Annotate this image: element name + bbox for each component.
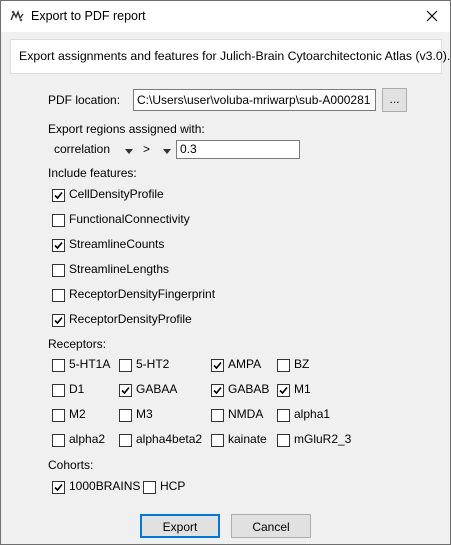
checkmark-icon xyxy=(54,241,63,250)
feature-receptordensityprofile-checkbox[interactable] xyxy=(52,314,65,327)
feature-streamlinelengths-label[interactable]: StreamlineLengths xyxy=(69,262,169,276)
receptor-bz-label[interactable]: BZ xyxy=(294,357,309,371)
checkmark-icon xyxy=(121,386,130,395)
receptor-5-ht1a-checkbox[interactable] xyxy=(52,359,65,372)
feature-receptordensityfingerprint-label[interactable]: ReceptorDensityFingerprint xyxy=(69,287,215,301)
header-banner: Export assignments and features for Juli… xyxy=(10,39,450,74)
cohorts-label: Cohorts: xyxy=(48,458,94,472)
receptor-5-ht2-checkbox[interactable] xyxy=(119,359,132,372)
receptors-label: Receptors: xyxy=(48,337,107,351)
receptor-gabaa-checkbox[interactable] xyxy=(119,384,132,397)
receptor-gabab-checkbox[interactable] xyxy=(211,384,224,397)
browse-button[interactable]: ... xyxy=(382,88,407,112)
receptor-5-ht2-label[interactable]: 5-HT2 xyxy=(136,357,169,371)
checkmark-icon xyxy=(213,361,222,370)
pdf-location-input[interactable]: C:\Users\user\voluba-mriwarp\sub-A000281 xyxy=(133,89,376,111)
receptor-d1-checkbox[interactable] xyxy=(52,384,65,397)
checkmark-icon xyxy=(279,386,288,395)
receptor-gabab-label[interactable]: GABAB xyxy=(228,382,269,396)
receptor-alpha2-checkbox[interactable] xyxy=(52,434,65,447)
receptor-m2-label[interactable]: M2 xyxy=(69,407,86,421)
close-icon xyxy=(426,10,438,22)
receptor-m1-label[interactable]: M1 xyxy=(294,382,311,396)
threshold-input[interactable]: 0.3 xyxy=(176,140,300,159)
receptor-alpha1-checkbox[interactable] xyxy=(277,409,290,422)
feature-functionalconnectivity-label[interactable]: FunctionalConnectivity xyxy=(69,212,190,226)
receptor-kainate-label[interactable]: kainate xyxy=(228,432,267,446)
checkmark-icon xyxy=(54,316,63,325)
receptor-alpha2-label[interactable]: alpha2 xyxy=(69,432,105,446)
chevron-down-icon xyxy=(125,149,133,154)
cancel-button[interactable]: Cancel xyxy=(231,514,311,538)
cohort-hcp-label[interactable]: HCP xyxy=(160,479,185,493)
app-icon xyxy=(10,9,24,23)
cohort-hcp-checkbox[interactable] xyxy=(143,481,156,494)
feature-receptordensityfingerprint-checkbox[interactable] xyxy=(52,289,65,302)
receptor-gabaa-label[interactable]: GABAA xyxy=(136,382,177,396)
checkmark-icon xyxy=(54,191,63,200)
feature-receptordensityprofile-label[interactable]: ReceptorDensityProfile xyxy=(69,312,192,326)
title-bar: Export to PDF report xyxy=(1,1,450,32)
receptor-kainate-checkbox[interactable] xyxy=(211,434,224,447)
metric-value: correlation xyxy=(54,142,111,156)
receptor-alpha4beta2-checkbox[interactable] xyxy=(119,434,132,447)
feature-celldensityprofile-label[interactable]: CellDensityProfile xyxy=(69,187,164,201)
operator-value: > xyxy=(143,142,151,156)
feature-streamlinelengths-checkbox[interactable] xyxy=(52,264,65,277)
feature-streamlinecounts-label[interactable]: StreamlineCounts xyxy=(69,237,164,251)
receptor-m3-label[interactable]: M3 xyxy=(136,407,153,421)
cohort-1000brains-checkbox[interactable] xyxy=(52,481,65,494)
cohort-1000brains-label[interactable]: 1000BRAINS xyxy=(69,479,140,493)
receptor-mglur2-3-checkbox[interactable] xyxy=(277,434,290,447)
receptor-alpha4beta2-label[interactable]: alpha4beta2 xyxy=(136,432,202,446)
receptor-nmda-checkbox[interactable] xyxy=(211,409,224,422)
operator-dropdown[interactable]: > xyxy=(143,142,175,160)
export-dialog: Export to PDF report Export assignments … xyxy=(0,0,451,545)
pdf-location-label: PDF location: xyxy=(48,93,121,107)
receptor-nmda-label[interactable]: NMDA xyxy=(228,407,263,421)
receptor-ampa-checkbox[interactable] xyxy=(211,359,224,372)
header-text: Export assignments and features for Juli… xyxy=(19,49,451,63)
checkmark-icon xyxy=(54,483,63,492)
export-button[interactable]: Export xyxy=(140,514,220,538)
receptor-ampa-label[interactable]: AMPA xyxy=(228,357,261,371)
receptor-m2-checkbox[interactable] xyxy=(52,409,65,422)
receptor-alpha1-label[interactable]: alpha1 xyxy=(294,407,330,421)
receptor-mglur2-3-label[interactable]: mGluR2_3 xyxy=(294,432,351,446)
receptor-d1-label[interactable]: D1 xyxy=(69,382,84,396)
metric-dropdown[interactable]: correlation xyxy=(54,142,140,160)
receptor-bz-checkbox[interactable] xyxy=(277,359,290,372)
checkmark-icon xyxy=(213,386,222,395)
receptor-m1-checkbox[interactable] xyxy=(277,384,290,397)
include-features-label: Include features: xyxy=(48,166,137,180)
close-button[interactable] xyxy=(419,5,445,27)
feature-streamlinecounts-checkbox[interactable] xyxy=(52,239,65,252)
chevron-down-icon xyxy=(163,149,171,154)
feature-functionalconnectivity-checkbox[interactable] xyxy=(52,214,65,227)
window-title: Export to PDF report xyxy=(31,9,146,23)
feature-celldensityprofile-checkbox[interactable] xyxy=(52,189,65,202)
export-regions-label: Export regions assigned with: xyxy=(48,122,205,136)
receptor-5-ht1a-label[interactable]: 5-HT1A xyxy=(69,357,110,371)
receptor-m3-checkbox[interactable] xyxy=(119,409,132,422)
